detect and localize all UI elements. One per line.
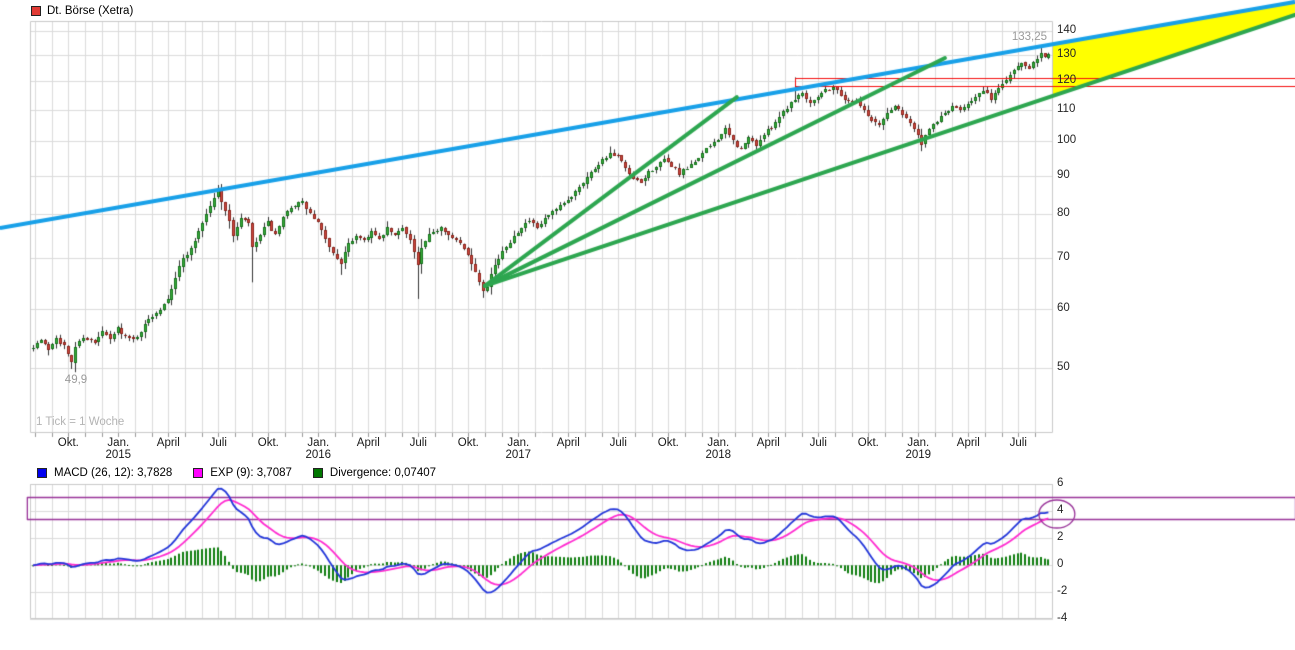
macd-legend-item-exp[interactable]: EXP (9): 3,7087 [193, 467, 292, 479]
tick-interval-note: 1 Tick = 1 Woche [36, 416, 124, 428]
exp-readout: EXP (9): 3,7087 [210, 467, 292, 479]
period-low-label: 49,9 [65, 374, 87, 386]
series-color-swatch-icon [31, 6, 41, 16]
instrument-name: Dt. Börse (Xetra) [47, 5, 133, 17]
macd-legend-item-divergence[interactable]: Divergence: 0,07407 [313, 467, 436, 479]
macd-color-swatch-icon [37, 468, 47, 478]
divergence-color-swatch-icon [313, 468, 323, 478]
macd-readout: MACD (26, 12): 3,7828 [54, 467, 172, 479]
macd-legend-item-macd[interactable]: MACD (26, 12): 3,7828 [37, 467, 172, 479]
period-high-label: 133,25 [1012, 31, 1047, 43]
price-macd-chart-canvas[interactable] [0, 0, 1295, 650]
chart-window: Dt. Börse (Xetra) 1 Tick = 1 Woche 133,2… [0, 0, 1295, 650]
macd-legend: MACD (26, 12): 3,7828 EXP (9): 3,7087 Di… [37, 467, 436, 479]
divergence-readout: Divergence: 0,07407 [330, 467, 436, 479]
instrument-legend[interactable]: Dt. Börse (Xetra) [31, 5, 133, 17]
exp-color-swatch-icon [193, 468, 203, 478]
